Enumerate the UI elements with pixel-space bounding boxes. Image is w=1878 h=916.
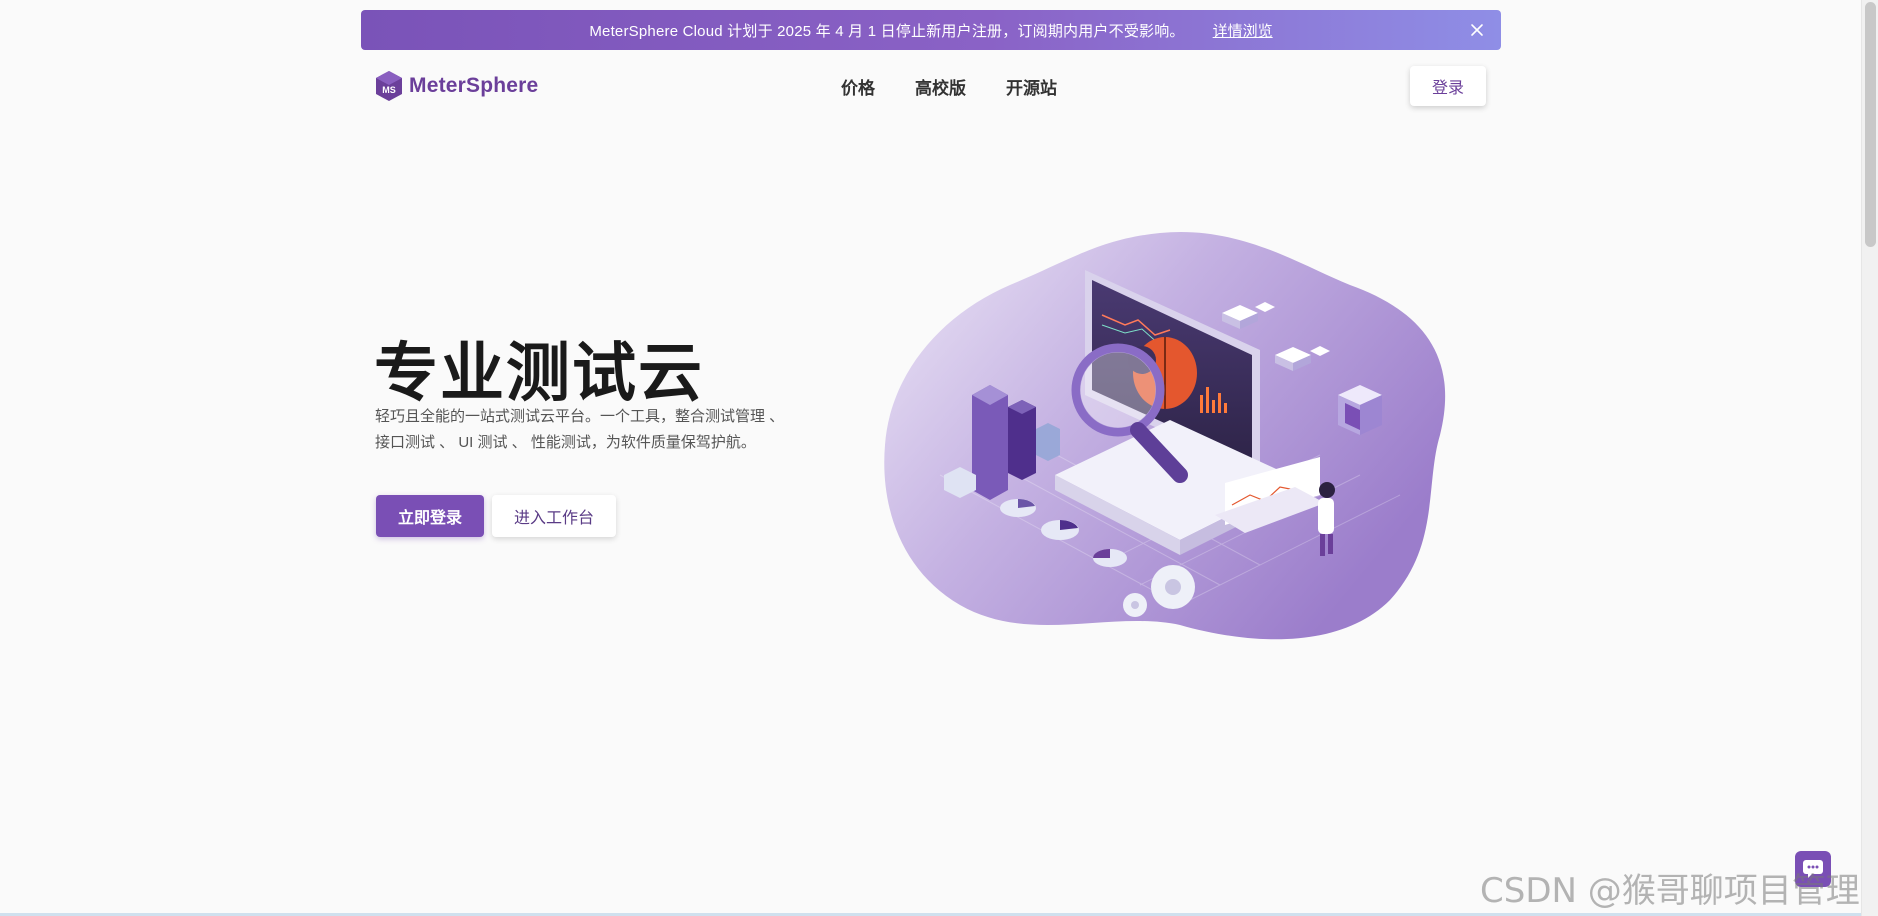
nav-item-open-source[interactable]: 开源站: [1006, 74, 1057, 99]
banner-text: MeterSphere Cloud 计划于 2025 年 4 月 1 日停止新用…: [589, 22, 1185, 40]
nav-item-university[interactable]: 高校版: [915, 74, 966, 99]
hero-description-line-1: 轻巧且全能的一站式测试云平台。一个工具，整合测试管理 、: [375, 408, 785, 425]
hero-title: 专业测试云: [374, 337, 704, 411]
main-nav: 价格 高校版 开源站: [841, 74, 1097, 99]
logo[interactable]: MS MeterSphere: [375, 70, 538, 102]
vertical-scrollbar[interactable]: [1861, 0, 1878, 916]
metersphere-logo-icon: MS: [376, 71, 402, 101]
csdn-watermark: CSDN @猴哥聊项目管理: [1480, 871, 1860, 911]
testing-dashboard-illustration: [884, 231, 1446, 640]
nav-item-pricing[interactable]: 价格: [841, 74, 875, 99]
hero-description-line-2: 接口测试 、 UI 测试 、 性能测试，为软件质量保驾护航。: [375, 434, 756, 451]
page: MeterSphere Cloud 计划于 2025 年 4 月 1 日停止新用…: [0, 0, 1878, 916]
hero-description: 轻巧且全能的一站式测试云平台。一个工具，整合测试管理 、 接口测试 、 UI 测…: [375, 404, 815, 456]
banner-details-link[interactable]: 详情浏览: [1213, 20, 1273, 41]
close-icon[interactable]: [1467, 20, 1487, 40]
scrollbar-thumb[interactable]: [1865, 2, 1876, 247]
announcement-banner: MeterSphere Cloud 计划于 2025 年 4 月 1 日停止新用…: [361, 10, 1501, 50]
logo-text: MeterSphere: [409, 74, 539, 97]
login-now-button[interactable]: 立即登录: [376, 495, 484, 537]
enter-workspace-button[interactable]: 进入工作台: [492, 495, 616, 537]
login-button[interactable]: 登录: [1410, 66, 1486, 106]
logo-mark-text: MS: [382, 85, 396, 95]
